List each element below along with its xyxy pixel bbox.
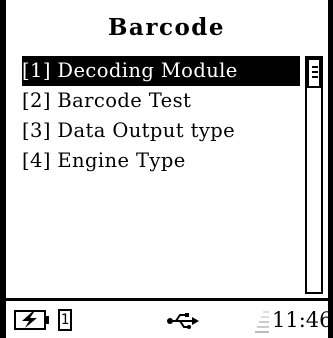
- usb-icon: [167, 313, 199, 329]
- menu-item-data-output-type[interactable]: [3] Data Output type: [18, 116, 300, 146]
- screen-border-right: [328, 0, 333, 338]
- menu-item-decoding-module[interactable]: [1] Decoding Module: [22, 56, 300, 86]
- menu-item-barcode-test[interactable]: [2] Barcode Test: [18, 86, 300, 116]
- menu-list: [1] Decoding Module [2] Barcode Test [3]…: [18, 56, 300, 176]
- battery-charging-icon: [14, 310, 49, 330]
- menu-item-engine-type[interactable]: [4] Engine Type: [18, 146, 300, 176]
- device-screen: Barcode [1] Decoding Module [2] Barcode …: [0, 0, 333, 338]
- screen-border-left: [0, 0, 6, 338]
- status-bar: 1 11:46: [6, 301, 333, 338]
- scrollbar[interactable]: [305, 56, 323, 294]
- signal-icon: [255, 311, 269, 333]
- page-title: Barcode: [107, 14, 226, 41]
- scrollbar-thumb[interactable]: [307, 58, 321, 88]
- page-indicator: 1: [58, 309, 72, 331]
- clock-time: 11:46: [272, 308, 333, 332]
